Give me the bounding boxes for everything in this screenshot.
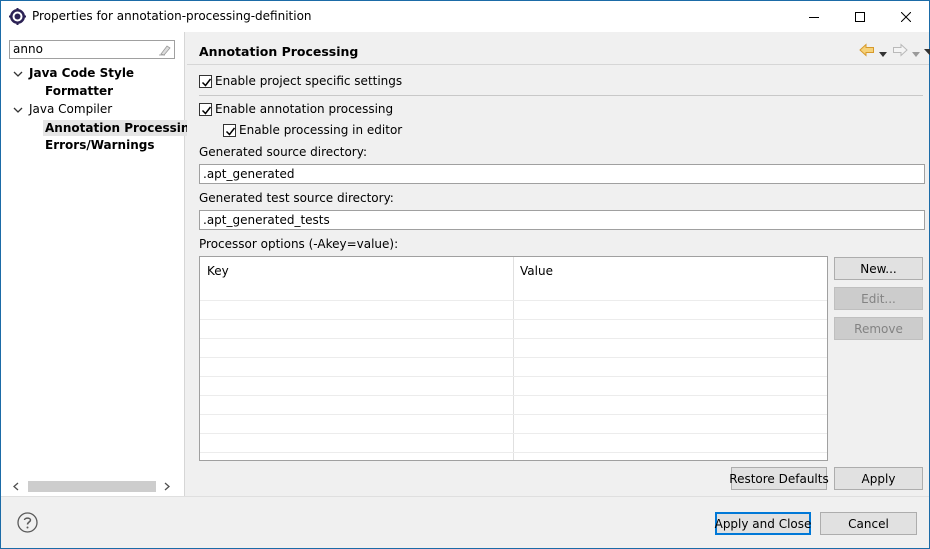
row-gridline <box>200 395 827 396</box>
scrollbar-thumb[interactable] <box>28 481 156 492</box>
tree-item-label: Java Code Style <box>29 66 135 80</box>
preference-page: Annotation Processing Enable project spe… <box>187 32 930 496</box>
minimize-icon <box>808 12 819 22</box>
filter-input[interactable]: anno <box>9 40 175 59</box>
separator <box>199 95 923 96</box>
checkbox[interactable] <box>199 103 212 116</box>
tree-item-label: Java Compiler <box>29 102 113 116</box>
row-gridline <box>200 433 827 434</box>
row-gridline <box>200 300 827 301</box>
generated-test-source-dir-field[interactable] <box>199 210 925 230</box>
cancel-button[interactable]: Cancel <box>820 512 917 535</box>
generated-test-source-dir-label: Generated test source directory: <box>199 191 394 205</box>
footer-separator <box>1 496 929 497</box>
checkbox[interactable] <box>199 75 212 88</box>
filter-text[interactable]: anno <box>13 42 43 56</box>
chevron-down-icon[interactable] <box>13 104 23 114</box>
back-dropdown-icon[interactable] <box>879 47 887 61</box>
close-icon <box>900 11 911 22</box>
horizontal-scrollbar[interactable] <box>1 478 184 495</box>
restore-defaults-button[interactable]: Restore Defaults <box>729 467 829 490</box>
header-separator <box>187 64 929 65</box>
row-gridline <box>200 319 827 320</box>
maximize-button[interactable] <box>837 1 882 32</box>
apply-and-close-button[interactable]: Apply and Close <box>715 512 811 535</box>
clear-filter-icon[interactable] <box>158 43 171 56</box>
tree-item-label: Errors/Warnings <box>45 138 155 152</box>
row-gridline <box>200 414 827 415</box>
checkbox-label: Enable processing in editor <box>239 123 403 137</box>
minimize-button[interactable] <box>791 1 836 32</box>
column-header-label: Key <box>207 264 229 278</box>
help-icon[interactable] <box>17 512 38 533</box>
new-button[interactable]: New... <box>834 257 923 280</box>
processor-options-table[interactable]: Key Value <box>199 256 828 461</box>
row-gridline <box>200 338 827 339</box>
window-title: Properties for annotation-processing-def… <box>32 9 312 23</box>
checkbox-label: Enable project specific settings <box>215 74 403 88</box>
maximize-icon <box>854 11 865 22</box>
generated-source-dir-label: Generated source directory: <box>199 145 367 159</box>
chevron-down-icon[interactable] <box>13 68 23 78</box>
generated-source-dir-field[interactable] <box>199 164 925 184</box>
view-menu-icon[interactable] <box>924 46 930 60</box>
column-header-key[interactable]: Key <box>200 257 513 300</box>
scroll-right-icon[interactable] <box>162 481 172 492</box>
back-arrow-icon[interactable] <box>859 43 875 60</box>
close-button[interactable] <box>883 1 928 32</box>
row-gridline <box>200 357 827 358</box>
apply-button[interactable]: Apply <box>834 467 923 490</box>
eclipse-app-icon <box>9 8 26 25</box>
forward-dropdown-icon[interactable] <box>912 47 920 61</box>
scroll-left-icon[interactable] <box>12 481 22 492</box>
generated-test-source-dir-input[interactable] <box>200 211 924 229</box>
row-gridline <box>200 452 827 453</box>
tree-item-label: Annotation Processing <box>43 120 201 136</box>
properties-dialog: Properties for annotation-processing-def… <box>0 0 930 549</box>
remove-button[interactable]: Remove <box>834 317 923 340</box>
processor-options-label: Processor options (-Akey=value): <box>199 237 399 251</box>
title-bar: Properties for annotation-processing-def… <box>1 1 929 32</box>
tree-item-label: Formatter <box>45 84 114 98</box>
forward-arrow-icon[interactable] <box>892 43 908 60</box>
row-gridline <box>200 376 827 377</box>
page-navigation <box>823 42 930 61</box>
checkbox-label: Enable annotation processing <box>215 102 394 116</box>
page-title: Annotation Processing <box>199 44 359 59</box>
column-divider <box>513 257 514 460</box>
edit-button[interactable]: Edit... <box>834 287 923 310</box>
preference-tree-pane: anno Java Code Style Formatter Java Comp… <box>1 32 201 496</box>
generated-source-dir-input[interactable] <box>200 165 924 183</box>
checkbox[interactable] <box>223 124 236 137</box>
column-header-value[interactable]: Value <box>513 257 827 300</box>
column-header-label: Value <box>520 264 553 278</box>
